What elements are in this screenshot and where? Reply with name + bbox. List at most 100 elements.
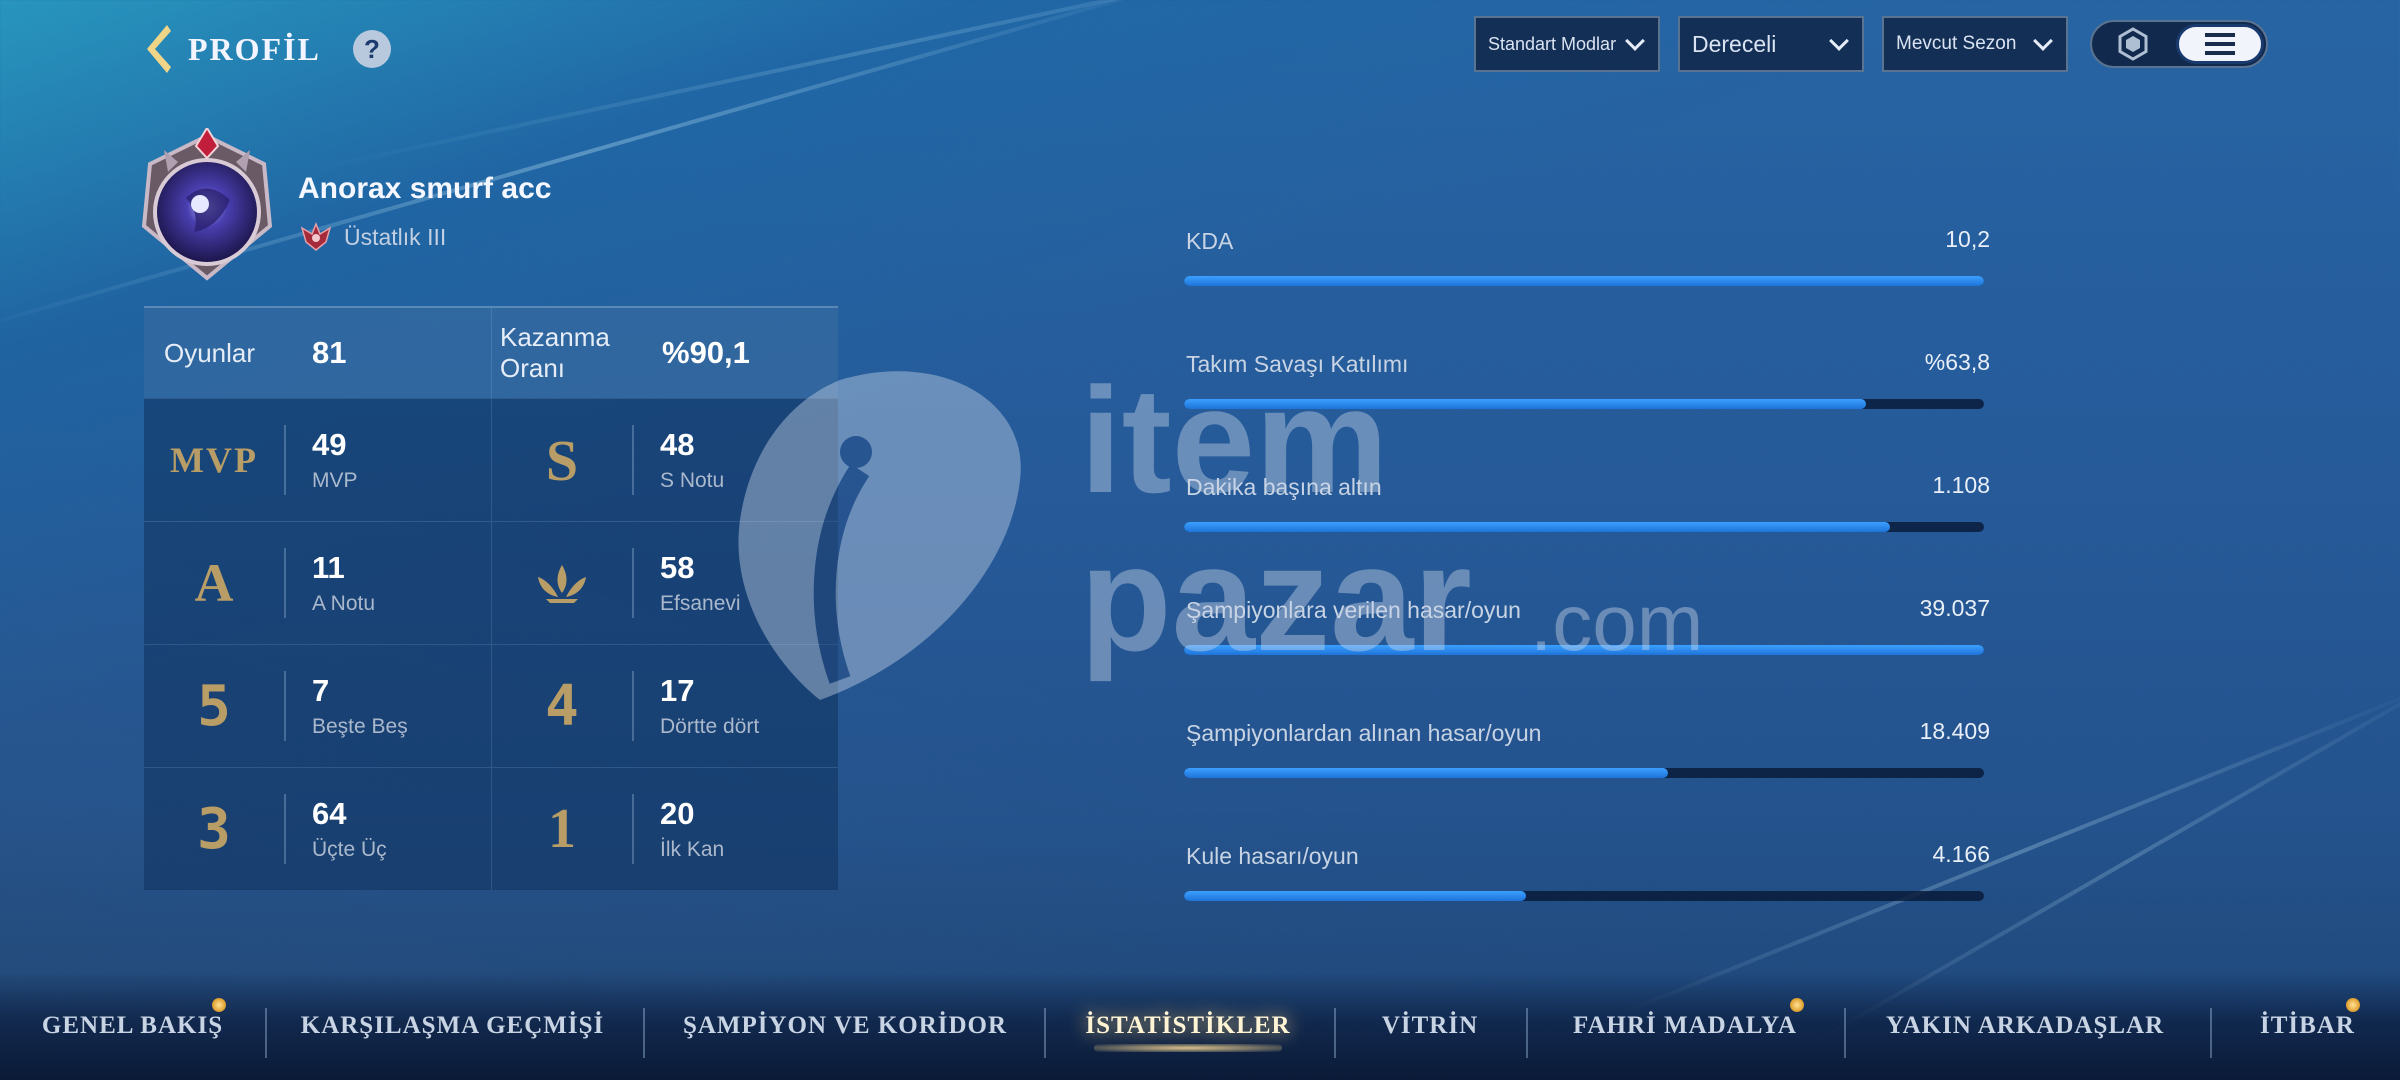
metric-bar-fill: [1184, 522, 1890, 532]
stat-cell-a-grade: A 11 A Notu: [144, 522, 491, 644]
stat-label: Beşte Beş: [312, 715, 408, 738]
metric-value: 1.108: [1932, 472, 1990, 498]
metric-tower-damage: Kule hasarı/oyun 4.166: [1184, 835, 1990, 958]
tab-statistics[interactable]: İSTATİSTİKLER: [1070, 996, 1306, 1056]
notification-dot-icon: [212, 998, 226, 1012]
stats-row: MVP 49 MVP S 48 S Notu: [144, 398, 838, 521]
chevron-down-icon: [2033, 31, 2053, 51]
metric-damage-dealt: Şampiyonlara verilen hasar/oyun 39.037: [1184, 589, 1990, 712]
metric-bar: [1184, 768, 1984, 778]
player-name: Anorax smurf acc: [298, 172, 552, 205]
legendary-emblem-icon: [492, 522, 632, 644]
metric-bar: [1184, 891, 1984, 901]
page-title: PROFİL: [188, 30, 321, 67]
page-header: PROFİL ?: [140, 22, 391, 76]
metric-label: KDA: [1186, 228, 1234, 254]
metric-bar: [1184, 522, 1984, 532]
performance-metrics: KDA 10,2 Takım Savaşı Katılımı %63,8 Dak…: [1184, 220, 1990, 958]
tab-close-friends[interactable]: YAKIN ARKADAŞLAR: [1880, 996, 2170, 1056]
tab-divider: [1844, 1008, 1846, 1058]
stats-row: 5 7 Beşte Beş 4 17 Dörtte dört: [144, 644, 838, 767]
metric-bar-fill: [1184, 891, 1527, 901]
mode-dropdown-value: Standart Modlar: [1488, 33, 1617, 54]
a-grade-icon: A: [194, 553, 234, 613]
stats-summary-row: Oyunlar 81 Kazanma Oranı %90,1: [144, 306, 838, 398]
bottom-tab-bar: GENEL BAKIŞ KARŞILAŞMA GEÇMİŞİ ŞAMPİYON …: [0, 972, 2400, 1080]
metric-label: Şampiyonlardan alınan hasar/oyun: [1186, 720, 1542, 746]
tab-showcase[interactable]: VİTRİN: [1360, 996, 1500, 1056]
notification-dot-icon: [2346, 998, 2360, 1012]
metric-value: 10,2: [1945, 226, 1990, 252]
games-label: Oyunlar: [164, 337, 256, 368]
tab-overview[interactable]: GENEL BAKIŞ: [40, 996, 225, 1056]
stat-label: MVP: [312, 469, 358, 492]
stats-row: 3 64 Üçte Üç 1 20 İlk Kan: [144, 767, 838, 890]
rank-label: Üstatlık III: [344, 223, 447, 250]
rank-row: Üstatlık III: [298, 222, 446, 252]
winrate-label: Kazanma Oranı: [500, 322, 610, 383]
metric-bar-fill: [1184, 276, 1984, 286]
chevron-left-icon: [147, 25, 171, 73]
list-view-button[interactable]: [2176, 24, 2264, 64]
tab-honor-medal[interactable]: FAHRİ MADALYA: [1560, 996, 1810, 1056]
back-button[interactable]: [140, 22, 174, 76]
games-cell: Oyunlar 81: [144, 308, 491, 398]
light-streak: [299, 0, 1475, 174]
metric-value: %63,8: [1924, 349, 1990, 375]
stat-cell-mvp: MVP 49 MVP: [144, 399, 491, 521]
avatar-frame-icon: [141, 126, 273, 281]
queue-dropdown-value: Dereceli: [1692, 30, 1777, 57]
stat-label: Dörtte dört: [660, 715, 760, 738]
games-value: 81: [312, 335, 347, 370]
stat-value: 64: [312, 796, 347, 831]
stat-value: 7: [312, 673, 330, 708]
stat-value: 58: [660, 550, 695, 585]
stat-label: İlk Kan: [660, 838, 725, 861]
avatar[interactable]: [134, 126, 280, 284]
stat-cell-first-blood: 1 20 İlk Kan: [491, 768, 838, 890]
stats-row: A 11 A Notu 58 Efsanevi: [144, 521, 838, 644]
metric-bar-fill: [1184, 399, 1867, 409]
chevron-down-icon: [1829, 31, 1849, 51]
first-blood-icon: 1: [548, 798, 576, 860]
metric-label: Takım Savaşı Katılımı: [1186, 351, 1409, 377]
tab-divider: [2210, 1008, 2212, 1058]
stat-value: 11: [312, 550, 345, 585]
tab-divider: [643, 1008, 645, 1058]
chevron-down-icon: [1625, 31, 1645, 51]
metric-bar-fill: [1184, 768, 1668, 778]
stat-cell-triplekill: 3 64 Üçte Üç: [144, 768, 491, 890]
stat-label: Üçte Üç: [312, 838, 387, 861]
stat-value: 48: [660, 427, 695, 462]
s-grade-icon: S: [545, 427, 579, 493]
metric-bar: [1184, 276, 1984, 286]
tab-divider: [1044, 1008, 1046, 1058]
season-dropdown-value: Mevcut Sezon: [1896, 33, 2017, 54]
winrate-value: %90,1: [662, 335, 750, 370]
queue-dropdown[interactable]: Dereceli: [1678, 16, 1864, 72]
metric-label: Kule hasarı/oyun: [1186, 843, 1359, 869]
stat-cell-legendary: 58 Efsanevi: [491, 522, 838, 644]
rank-emblem-icon: [300, 222, 332, 251]
metric-label: Dakika başına altın: [1186, 474, 1382, 500]
four-kill-icon: 4: [545, 673, 579, 739]
tab-champion-lane[interactable]: ŞAMPİYON VE KORİDOR: [680, 996, 1010, 1056]
hex-view-button[interactable]: [2092, 22, 2174, 66]
tab-divider: [1334, 1008, 1336, 1058]
stat-cell-pentakill: 5 7 Beşte Beş: [144, 645, 491, 767]
help-button[interactable]: ?: [352, 30, 391, 68]
metric-damage-taken: Şampiyonlardan alınan hasar/oyun 18.409: [1184, 712, 1990, 835]
filter-bar: Standart Modlar Dereceli Mevcut Sezon: [1474, 16, 2068, 72]
mode-dropdown[interactable]: Standart Modlar: [1474, 16, 1660, 72]
hexagon-icon: [2118, 27, 2148, 61]
metric-value: 18.409: [1919, 718, 1990, 744]
tab-divider: [265, 1008, 267, 1058]
stat-value: 49: [312, 427, 347, 462]
stat-label: A Notu: [312, 592, 376, 615]
three-kill-icon: 3: [197, 796, 231, 862]
tab-match-history[interactable]: KARŞILAŞMA GEÇMİŞİ: [300, 996, 605, 1056]
metric-gold: Dakika başına altın 1.108: [1184, 466, 1990, 589]
stat-cell-quadrakill: 4 17 Dörtte dört: [491, 645, 838, 767]
stat-label: S Notu: [660, 469, 725, 492]
season-dropdown[interactable]: Mevcut Sezon: [1882, 16, 2068, 72]
